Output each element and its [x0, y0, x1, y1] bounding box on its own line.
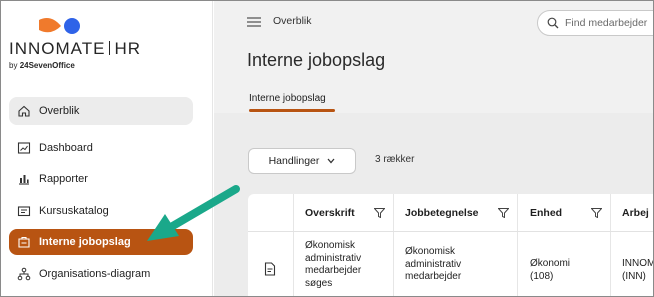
search-input[interactable]: [565, 17, 653, 29]
employee-search[interactable]: [537, 10, 653, 36]
row-count: 3 rækker: [375, 154, 415, 165]
active-tab-indicator: [249, 109, 335, 112]
cell-overskrift: Økonomisk administrativ medarbejder søge…: [305, 240, 361, 290]
cell-line: Økonomisk: [305, 240, 356, 251]
sidebar-item-label: Kursuskatalog: [39, 205, 109, 217]
dashboard-icon: [17, 141, 31, 155]
column-header-overskrift[interactable]: Overskrift: [293, 194, 393, 232]
main-content: Handlinger 3 rækker Overskrift Jobbetegn…: [214, 113, 654, 296]
job-postings-table: Overskrift Jobbetegnelse Enhed Arbej Øko…: [248, 194, 654, 296]
brand-name-left: INNOMATE: [9, 39, 106, 58]
logo-mark-icon: [39, 18, 80, 34]
menu-icon[interactable]: [247, 17, 261, 27]
sidebar-item-organisations-diagram[interactable]: Organisations-diagram: [9, 261, 193, 287]
tab-interne-jobopslag[interactable]: Interne jobopslag: [249, 93, 326, 104]
cell-line: medarbejder: [405, 271, 462, 282]
app-window: INNOMATE HR by 24SevenOffice Overblik Das…: [0, 0, 654, 297]
sidebar: INNOMATE HR by 24SevenOffice Overblik Das…: [1, 1, 213, 296]
filter-icon[interactable]: [591, 208, 602, 218]
cell-line: administrativ: [405, 258, 462, 270]
cell-line: Økonomisk: [405, 246, 456, 257]
sidebar-item-label: Organisations-diagram: [39, 268, 151, 280]
chevron-down-icon: [327, 158, 335, 164]
document-icon[interactable]: [264, 262, 276, 276]
sidebar-item-overblik[interactable]: Overblik: [9, 97, 193, 125]
column-header-jobbetegnelse[interactable]: Jobbetegnelse: [393, 194, 517, 232]
page-header: Interne jobopslag Interne jobopslag: [214, 45, 653, 113]
brand-byline: by 24SevenOffice: [9, 61, 75, 70]
cell-line: (108): [530, 270, 554, 282]
column-header-label: Arbej: [622, 206, 649, 219]
filter-icon[interactable]: [498, 208, 509, 218]
home-icon: [17, 104, 31, 118]
column-header-enhed[interactable]: Enhed: [517, 194, 610, 232]
job-posting-icon: [17, 235, 31, 249]
column-header-label: Overskrift: [305, 206, 355, 219]
cell-line: INNOM: [622, 258, 654, 269]
search-icon: [547, 17, 559, 29]
catalog-icon: [17, 204, 31, 218]
annotation-arrow: [147, 185, 240, 241]
breadcrumb[interactable]: Overblik: [273, 15, 312, 27]
org-chart-icon: [17, 267, 31, 281]
top-bar: Overblik: [214, 1, 653, 45]
sidebar-item-dashboard[interactable]: Dashboard: [9, 135, 193, 161]
column-header-arbejde[interactable]: Arbej: [610, 194, 653, 232]
cell-line: medarbejder: [305, 265, 362, 276]
brand-by: by: [9, 61, 18, 70]
cell-line: (INN): [622, 270, 646, 282]
filter-icon[interactable]: [374, 208, 385, 218]
column-header-label: Jobbetegnelse: [405, 206, 479, 219]
brand-company: 24SevenOffice: [19, 61, 75, 70]
sidebar-item-label: Dashboard: [39, 142, 93, 154]
cell-enhed: Økonomi (108): [530, 258, 570, 283]
actions-dropdown-button[interactable]: Handlinger: [248, 148, 356, 174]
cell-line: søges: [305, 277, 333, 289]
cell-line: administrativ: [305, 252, 362, 264]
column-header-label: Enhed: [530, 206, 563, 219]
brand-name-right: HR: [114, 39, 142, 58]
sidebar-item-label: Interne jobopslag: [39, 236, 131, 248]
page-title: Interne jobopslag: [247, 50, 386, 70]
cell-jobbetegnelse: Økonomisk administrativ medarbejder: [405, 246, 461, 284]
actions-label: Handlinger: [268, 155, 320, 167]
brand-name: INNOMATE HR: [9, 39, 141, 59]
sidebar-item-label: Overblik: [39, 105, 80, 117]
table-header-select: [248, 194, 293, 232]
cell-arbejde: INNOM (INN): [622, 258, 654, 283]
chart-icon: [17, 172, 31, 186]
sidebar-item-label: Rapporter: [39, 173, 88, 185]
cell-line: Økonomi: [530, 258, 571, 269]
